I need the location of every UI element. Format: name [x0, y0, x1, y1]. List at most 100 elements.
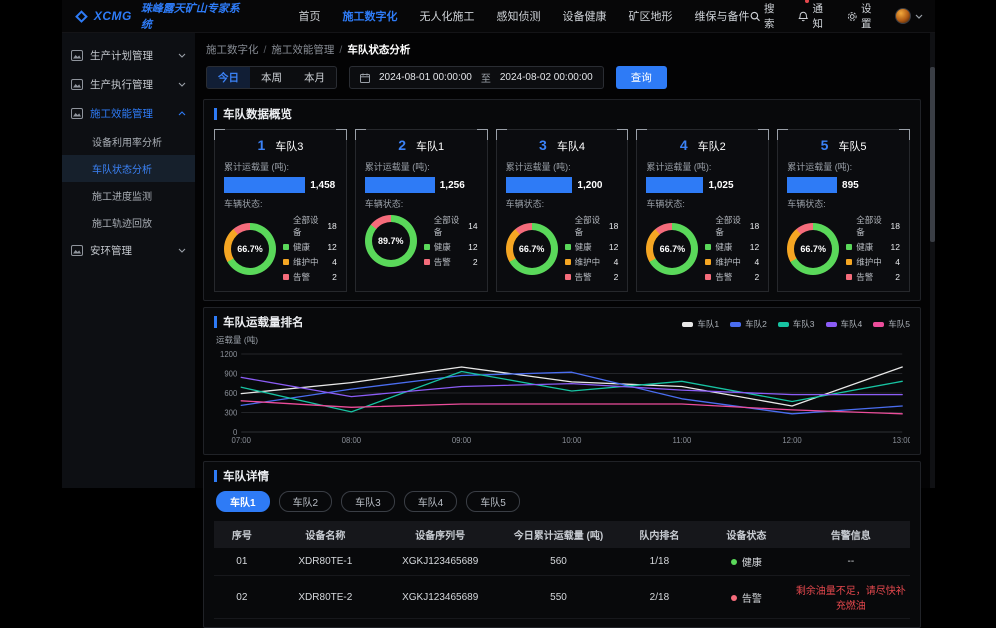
legend-value: 4 — [754, 257, 759, 267]
fleet-rank: 4 — [680, 137, 688, 153]
table-header-cell: 今日累计运载量 (吨) — [499, 521, 617, 548]
nav-item-3[interactable]: 感知侦测 — [497, 8, 541, 24]
nav-item-1[interactable]: 施工数字化 — [343, 8, 398, 24]
title-accent-bar — [214, 108, 217, 120]
legend-row: 健康12 — [705, 241, 759, 253]
legend-label: 维护中 — [715, 256, 741, 268]
legend-label: 告警 — [434, 256, 451, 268]
sidebar-item-2-2[interactable]: 施工进度监测 — [62, 182, 195, 209]
legend-value: 18 — [750, 221, 759, 231]
nav-item-6[interactable]: 维保与备件 — [695, 8, 750, 24]
legend-value: 12 — [750, 242, 759, 252]
nav-item-4[interactable]: 设备健康 — [563, 8, 607, 24]
search-button[interactable]: 搜索 — [750, 1, 785, 31]
legend-dot — [283, 244, 289, 250]
sidebar-section-3[interactable]: 安环管理 — [62, 236, 195, 265]
status-label: 车辆状态: — [646, 197, 759, 210]
legend-dot-blank — [424, 223, 430, 229]
chart-legend-item-2[interactable]: 车队3 — [778, 318, 815, 330]
sidebar-item-2-1[interactable]: 车队状态分析 — [62, 155, 195, 182]
chart-legend-item-4[interactable]: 车队5 — [873, 318, 910, 330]
chart-legend-item-1[interactable]: 车队2 — [730, 318, 767, 330]
corner-decoration — [477, 129, 488, 140]
load-bar-row: 1,256 — [365, 176, 478, 194]
legend-value: 2 — [473, 257, 478, 267]
legend-dot — [283, 259, 289, 265]
svg-text:09:00: 09:00 — [452, 436, 472, 445]
table-header-cell: 序号 — [214, 521, 270, 548]
svg-text:1200: 1200 — [220, 350, 238, 359]
svg-text:600: 600 — [224, 389, 238, 398]
notifications-button[interactable]: 通知 — [798, 1, 833, 31]
corner-decoration — [355, 129, 366, 140]
svg-text:08:00: 08:00 — [342, 436, 362, 445]
breadcrumb-current: 车队状态分析 — [347, 44, 410, 56]
legend-dot — [283, 274, 289, 280]
cell-status: 健康 — [701, 548, 791, 576]
status-dot — [731, 595, 737, 601]
date-range-picker[interactable]: 2024-08-01 00:00:00 至 2024-08-02 00:00:0… — [349, 66, 604, 89]
status-legend: 全部设备18健康12维护中4告警2 — [565, 214, 619, 283]
cell-rank: 2/18 — [618, 576, 702, 619]
fleet-tab-4[interactable]: 车队5 — [466, 491, 520, 512]
sidebar-section-0[interactable]: 生产计划管理 — [62, 41, 195, 70]
fleet-card-header: 3车队4 — [506, 137, 619, 155]
chart-legend-item-0[interactable]: 车队1 — [682, 318, 719, 330]
quick-range-2[interactable]: 本月 — [293, 67, 336, 88]
donut-percent: 66.7% — [787, 223, 839, 275]
chart-legend-item-3[interactable]: 车队4 — [826, 318, 863, 330]
corner-decoration — [214, 129, 225, 140]
fleet-card: 4车队2累计运载量 (吨):1,025车辆状态:66.7%全部设备18健康12维… — [636, 129, 769, 292]
legend-chip — [826, 322, 837, 327]
nav-item-5[interactable]: 矿区地形 — [629, 8, 673, 24]
table-header-row: 序号设备名称设备序列号今日累计运载量 (吨)队内排名设备状态告警信息 — [214, 521, 910, 548]
legend-dot — [705, 244, 711, 250]
title-accent-bar — [214, 316, 217, 328]
vehicle-status-donut: 66.7% — [224, 223, 276, 275]
date-separator: 至 — [481, 70, 491, 85]
fleet-tab-0[interactable]: 车队1 — [216, 491, 270, 512]
settings-button[interactable]: 设置 — [847, 1, 882, 31]
sidebar-section-1[interactable]: 生产执行管理 — [62, 70, 195, 99]
fleet-rank: 3 — [539, 137, 547, 153]
sidebar-section-2[interactable]: 施工效能管理 — [62, 99, 195, 128]
quick-range-0[interactable]: 今日 — [207, 67, 250, 88]
legend-row: 告警2 — [283, 271, 337, 283]
sidebar-item-2-3[interactable]: 施工轨迹回放 — [62, 209, 195, 236]
status-row: 66.7%全部设备18健康12维护中4告警2 — [787, 214, 900, 283]
app-window: XCMG 珠峰露天矿山专家系统 首页施工数字化无人化施工感知侦测设备健康矿区地形… — [62, 0, 935, 488]
load-label: 累计运载量 (吨): — [646, 160, 759, 173]
legend-dot — [565, 274, 571, 280]
vehicle-status-donut: 66.7% — [646, 223, 698, 275]
legend-dot-blank — [283, 223, 289, 229]
quick-range-1[interactable]: 本周 — [250, 67, 293, 88]
avatar — [895, 8, 911, 24]
cell-alarm: -- — [792, 548, 910, 576]
cell-status: 告警 — [701, 576, 791, 619]
vertical-scrollbar[interactable] — [930, 33, 935, 488]
bell-icon — [798, 11, 808, 22]
query-button[interactable]: 查询 — [616, 66, 667, 89]
fleet-name: 车队1 — [416, 141, 444, 153]
donut-percent: 66.7% — [646, 223, 698, 275]
chart-legend-label: 车队3 — [793, 318, 815, 330]
legend-row: 全部设备18 — [565, 214, 619, 238]
status-legend: 全部设备14健康12告警2 — [424, 214, 478, 268]
legend-row: 全部设备18 — [705, 214, 759, 238]
user-menu[interactable] — [895, 8, 923, 24]
nav-item-0[interactable]: 首页 — [299, 8, 321, 24]
fleet-tab-3[interactable]: 车队4 — [404, 491, 458, 512]
load-bar-row: 1,200 — [506, 176, 619, 194]
breadcrumb-item[interactable]: 施工效能管理 — [271, 44, 334, 56]
scrollbar-thumb[interactable] — [930, 67, 935, 242]
svg-text:12:00: 12:00 — [782, 436, 802, 445]
fleet-tab-2[interactable]: 车队3 — [341, 491, 395, 512]
breadcrumb-item[interactable]: 施工数字化 — [206, 44, 259, 56]
sidebar-item-2-0[interactable]: 设备利用率分析 — [62, 128, 195, 155]
chart-legend-label: 车队5 — [888, 318, 910, 330]
status-legend: 全部设备18健康12维护中4告警2 — [283, 214, 337, 283]
fleet-tab-1[interactable]: 车队2 — [279, 491, 333, 512]
sidebar-section-label: 安环管理 — [90, 243, 132, 258]
chart-legend-label: 车队1 — [697, 318, 719, 330]
nav-item-2[interactable]: 无人化施工 — [420, 8, 475, 24]
